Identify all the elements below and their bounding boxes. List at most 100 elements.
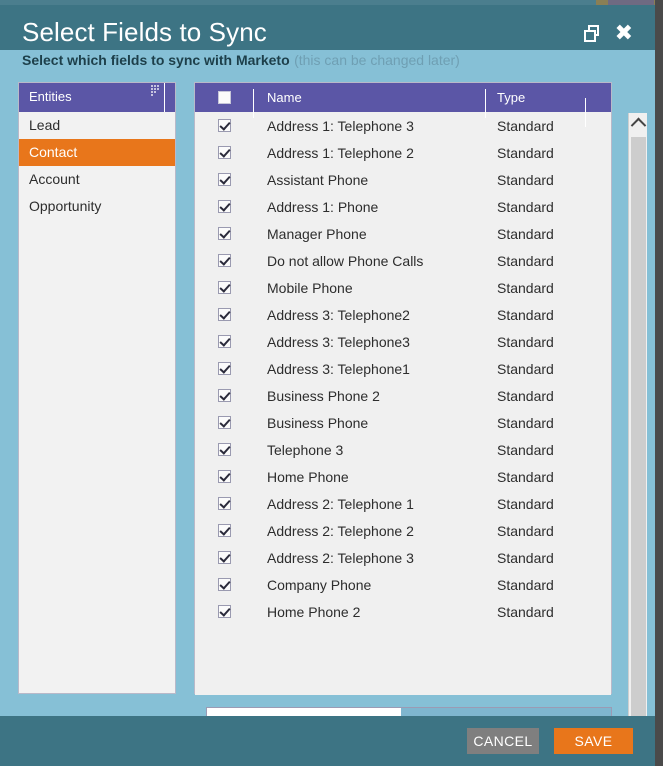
field-name-cell: Business Phone 2 — [267, 387, 380, 404]
vertical-scrollbar[interactable] — [628, 113, 647, 716]
column-header-name[interactable]: Name — [253, 88, 485, 118]
row-checkbox[interactable] — [217, 146, 231, 159]
row-checkbox[interactable] — [217, 254, 231, 267]
table-row[interactable]: Assistant Phone Standard — [195, 166, 611, 193]
table-row[interactable]: Address 2: Telephone 3 Standard — [195, 544, 611, 571]
row-checkbox-cell — [195, 551, 253, 564]
field-type-cell: Standard — [497, 576, 554, 593]
vertical-scrollbar-thumb[interactable] — [631, 137, 646, 716]
table-row[interactable]: Address 1: Telephone 2 Standard — [195, 139, 611, 166]
row-checkbox-cell — [195, 416, 253, 429]
field-name-cell: Home Phone — [267, 468, 349, 485]
field-name-cell: Address 1: Phone — [267, 198, 379, 215]
fields-table-rows: Address 1: Telephone 3 Standard Address 1:… — [195, 112, 611, 695]
row-checkbox[interactable] — [217, 227, 231, 240]
field-type-cell: Standard — [497, 495, 554, 512]
row-checkbox[interactable] — [217, 551, 231, 564]
column-resize-grip-icon[interactable] — [151, 85, 159, 96]
row-checkbox[interactable] — [217, 200, 231, 213]
row-checkbox[interactable] — [217, 119, 231, 132]
field-type-cell: Standard — [497, 279, 554, 296]
row-checkbox-cell — [195, 281, 253, 294]
table-row[interactable]: Address 1: Telephone 3 Standard — [195, 112, 611, 139]
table-row[interactable]: Manager Phone Standard — [195, 220, 611, 247]
table-row[interactable]: Address 2: Telephone 2 Standard — [195, 517, 611, 544]
row-checkbox[interactable] — [217, 578, 231, 591]
table-row[interactable]: Address 3: Telephone3 Standard — [195, 328, 611, 355]
row-checkbox[interactable] — [217, 605, 231, 618]
table-row[interactable]: Mobile Phone Standard — [195, 274, 611, 301]
sidebar-item-contact[interactable]: Contact — [19, 139, 175, 166]
field-type-cell: Standard — [497, 414, 554, 431]
restore-window-icon[interactable] — [583, 25, 601, 42]
sidebar-item-opportunity[interactable]: Opportunity — [19, 193, 175, 220]
close-icon[interactable]: ✖ — [615, 23, 633, 45]
select-all-checkbox[interactable] — [217, 91, 231, 104]
row-checkbox-cell — [195, 146, 253, 159]
row-checkbox-cell — [195, 335, 253, 348]
row-checkbox[interactable] — [217, 416, 231, 429]
field-name-cell: Mobile Phone — [267, 279, 353, 296]
dialog-footer: CANCEL SAVE — [0, 720, 655, 766]
row-checkbox-cell — [195, 254, 253, 267]
row-checkbox[interactable] — [217, 308, 231, 321]
fields-table-panel: Name Type Address 1: Telephone 3 Standard… — [194, 82, 612, 695]
row-checkbox[interactable] — [217, 362, 231, 375]
table-row[interactable]: Home Phone 2 Standard — [195, 598, 611, 625]
field-name-cell: Address 3: Telephone2 — [267, 306, 410, 323]
field-name-cell: Telephone 3 — [267, 441, 344, 458]
page-title: Select Fields to Sync — [22, 17, 267, 47]
row-checkbox-cell — [195, 470, 253, 483]
column-header-type[interactable]: Type — [485, 88, 585, 118]
titlebar-actions: ✖ — [583, 23, 633, 45]
table-row[interactable]: Telephone 3 Standard — [195, 436, 611, 463]
field-type-cell: Standard — [497, 549, 554, 566]
search-input[interactable] — [207, 708, 401, 716]
row-checkbox-cell — [195, 227, 253, 240]
save-button[interactable]: SAVE — [554, 728, 633, 754]
row-checkbox-cell — [195, 497, 253, 510]
entities-list: Lead Contact Account Opportunity — [19, 112, 175, 220]
entities-header: Entities — [19, 83, 175, 112]
row-checkbox[interactable] — [217, 389, 231, 402]
entities-panel: Entities Lead Contact Account Opportunit… — [18, 82, 176, 694]
column-header-type-label: Type — [497, 89, 526, 105]
field-name-cell: Address 3: Telephone3 — [267, 333, 410, 350]
row-checkbox[interactable] — [217, 281, 231, 294]
table-row[interactable]: Do not allow Phone Calls Standard — [195, 247, 611, 274]
table-row[interactable]: Address 1: Phone Standard — [195, 193, 611, 220]
row-checkbox[interactable] — [217, 173, 231, 186]
sidebar-item-account[interactable]: Account — [19, 166, 175, 193]
row-checkbox[interactable] — [217, 335, 231, 348]
field-type-cell: Standard — [497, 144, 554, 161]
field-type-cell: Standard — [497, 306, 554, 323]
table-row[interactable]: Business Phone 2 Standard — [195, 382, 611, 409]
row-checkbox[interactable] — [217, 524, 231, 537]
table-row[interactable]: Home Phone Standard — [195, 463, 611, 490]
scroll-up-arrow-icon[interactable] — [629, 113, 647, 133]
field-name-cell: Address 1: Telephone 2 — [267, 144, 414, 161]
row-checkbox-cell — [195, 389, 253, 402]
row-checkbox-cell — [195, 308, 253, 321]
row-checkbox[interactable] — [217, 470, 231, 483]
row-checkbox[interactable] — [217, 443, 231, 456]
search-field-wrapper — [207, 708, 401, 716]
field-type-cell: Standard — [497, 252, 554, 269]
field-name-cell: Address 2: Telephone 1 — [267, 495, 414, 512]
cancel-button[interactable]: CANCEL — [467, 728, 539, 754]
sidebar-item-lead[interactable]: Lead — [19, 112, 175, 139]
field-type-cell: Standard — [497, 522, 554, 539]
field-type-cell: Standard — [497, 360, 554, 377]
table-row[interactable]: Business Phone Standard — [195, 409, 611, 436]
row-checkbox-cell — [195, 362, 253, 375]
table-row[interactable]: Address 2: Telephone 1 Standard — [195, 490, 611, 517]
table-row[interactable]: Address 3: Telephone1 Standard — [195, 355, 611, 382]
table-row[interactable]: Address 3: Telephone2 Standard — [195, 301, 611, 328]
table-row[interactable]: Company Phone Standard — [195, 571, 611, 598]
subtitle-strong-text: Select which fields to sync with Marketo — [22, 52, 290, 68]
field-type-cell: Standard — [497, 387, 554, 404]
select-all-cell — [195, 91, 253, 104]
row-checkbox[interactable] — [217, 497, 231, 510]
entities-header-divider — [164, 83, 165, 112]
column-header-name-label: Name — [267, 89, 302, 105]
